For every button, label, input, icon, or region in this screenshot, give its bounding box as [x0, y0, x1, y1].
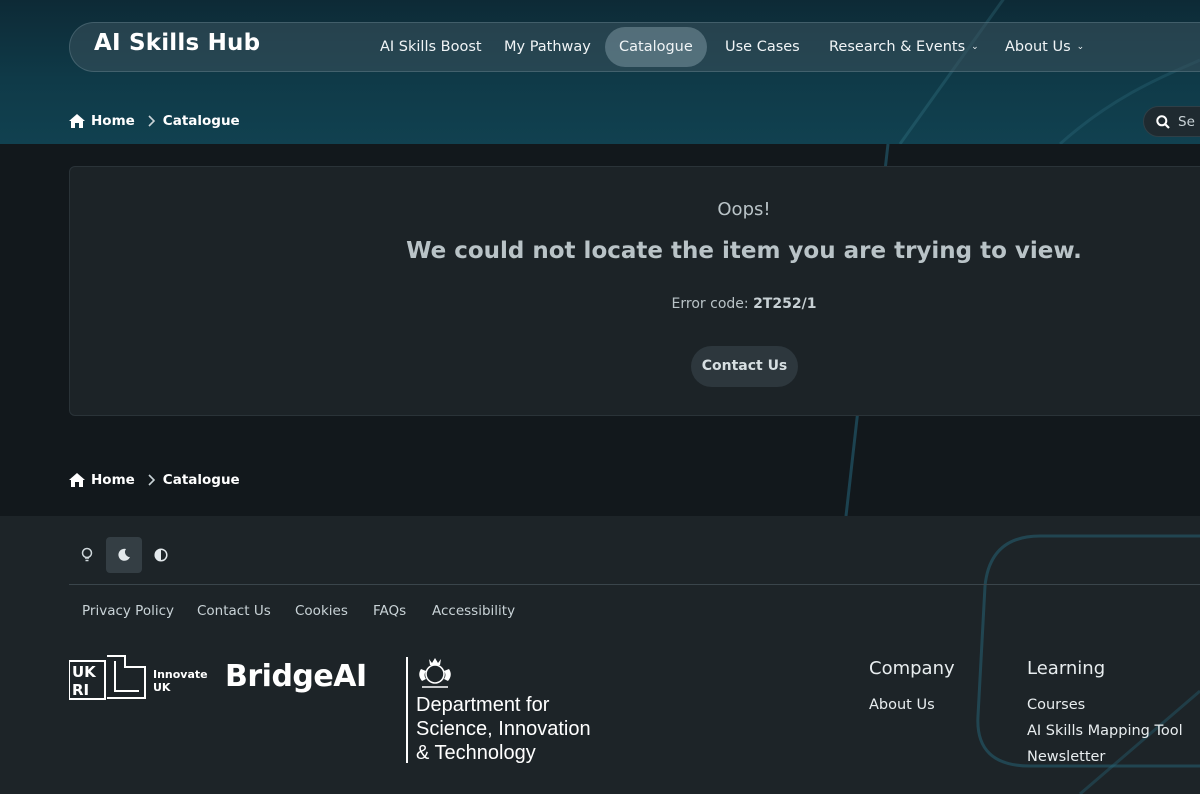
nav-use-cases[interactable]: Use Cases: [725, 27, 800, 67]
breadcrumb-home-label: Home: [91, 472, 135, 488]
footer-learning-title: Learning: [1027, 658, 1106, 679]
theme-contrast-button[interactable]: [143, 537, 179, 573]
breadcrumb-bottom: Home Catalogue: [69, 470, 240, 490]
dsit-line1: Department for: [416, 694, 550, 716]
footer-decoration: [976, 534, 1200, 794]
error-oops: Oops!: [717, 199, 771, 220]
lightbulb-icon: [81, 547, 93, 562]
chevron-right-icon: [147, 474, 155, 486]
nav-research-events[interactable]: Research & Events ⌄: [829, 27, 979, 67]
footer-learning-newsletter[interactable]: Newsletter: [1027, 749, 1105, 765]
nav-my-pathway[interactable]: My Pathway: [504, 27, 591, 67]
moon-icon: [118, 548, 130, 561]
innovate-line1: Innovate: [153, 668, 208, 681]
svg-text:UK: UK: [72, 663, 97, 681]
dsit-line3: & Technology: [416, 742, 536, 764]
breadcrumb-current: Catalogue: [162, 472, 240, 488]
theme-light-button[interactable]: [69, 537, 105, 573]
breadcrumb-current: Catalogue: [162, 113, 240, 129]
chevron-right-icon: [147, 115, 155, 127]
chevron-down-icon: ⌄: [1076, 42, 1085, 52]
chevron-down-icon: ⌄: [971, 42, 979, 52]
footer-learning-courses[interactable]: Courses: [1027, 697, 1085, 713]
site-footer: [0, 516, 1200, 794]
breadcrumb-home[interactable]: Home: [69, 472, 135, 488]
svg-text:RI: RI: [72, 681, 89, 699]
error-code-value: 2T252/1: [753, 296, 817, 312]
footer-link-cookies[interactable]: Cookies: [295, 603, 348, 619]
dsit-line2: Science, Innovation: [416, 718, 591, 740]
search-placeholder: Se: [1178, 113, 1195, 130]
search-icon: [1156, 114, 1170, 129]
nav-about-us[interactable]: About Us ⌄: [1005, 27, 1084, 67]
innovate-line2: UK: [153, 681, 171, 694]
footer-divider: [69, 584, 1200, 585]
contrast-icon: [154, 548, 168, 562]
footer-company-title: Company: [869, 658, 955, 679]
site-brand[interactable]: AI Skills Hub: [94, 30, 260, 56]
footer-link-privacy-policy[interactable]: Privacy Policy: [82, 603, 174, 619]
footer-link-contact-us[interactable]: Contact Us: [197, 603, 271, 619]
contact-us-button[interactable]: Contact Us: [691, 346, 798, 387]
theme-dark-button[interactable]: [106, 537, 142, 573]
error-code-line: Error code: 2T252/1: [0, 296, 1200, 312]
bridgeai-logo: BridgeAI: [225, 659, 367, 694]
breadcrumb-home-label: Home: [91, 113, 135, 129]
nav-research-events-label: Research & Events: [829, 39, 966, 55]
ukri-logo: UK RI: [69, 655, 146, 700]
breadcrumb-home[interactable]: Home: [69, 113, 135, 129]
error-code-label: Error code:: [671, 296, 749, 312]
breadcrumb: Home Catalogue: [69, 111, 240, 131]
search-input[interactable]: Se: [1143, 106, 1200, 137]
dsit-divider: [406, 657, 408, 763]
footer-link-accessibility[interactable]: Accessibility: [432, 603, 515, 619]
footer-company-about-us[interactable]: About Us: [869, 697, 935, 713]
home-icon: [69, 473, 85, 487]
footer-link-faqs[interactable]: FAQs: [373, 603, 406, 619]
error-headline: We could not locate the item you are try…: [406, 238, 1082, 264]
nav-ai-skills-boost[interactable]: AI Skills Boost: [380, 27, 482, 67]
home-icon: [69, 114, 85, 128]
nav-about-us-label: About Us: [1005, 39, 1071, 55]
innovate-uk-logo-text: Innovate UK: [153, 668, 208, 694]
footer-learning-ai-skills-mapping-tool[interactable]: AI Skills Mapping Tool: [1027, 723, 1183, 739]
nav-catalogue[interactable]: Catalogue: [605, 27, 707, 67]
royal-crest-icon: [419, 658, 451, 688]
dsit-logo-text: Department for Science, Innovation & Tec…: [416, 693, 591, 765]
